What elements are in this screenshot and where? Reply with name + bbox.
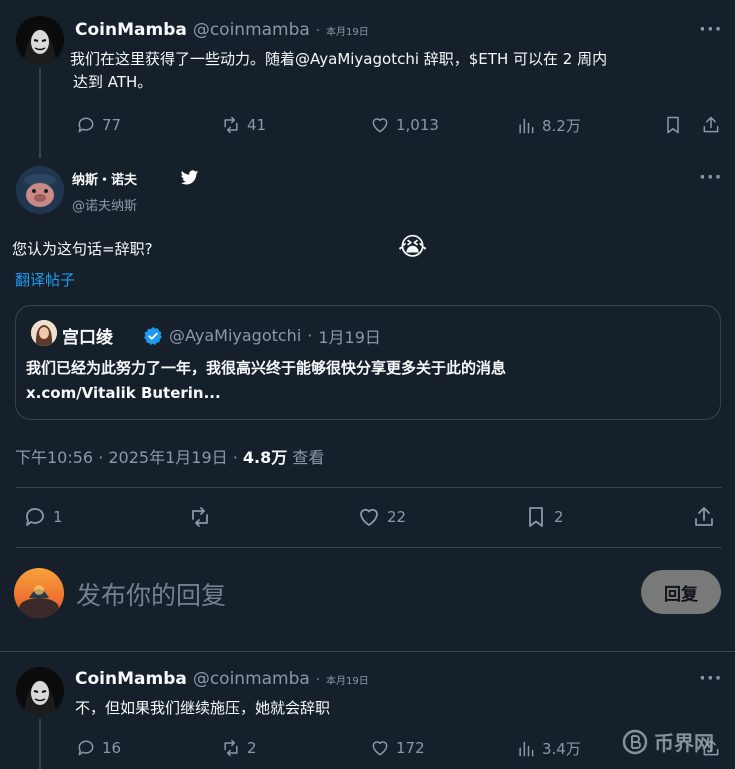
watermark-text: 币界网 [654,731,714,755]
views-count: 8.2万 [542,117,581,135]
reply-count: 16 [102,739,122,757]
sunset-avatar-icon [14,568,64,618]
retweet-icon [192,507,208,527]
more-options-icon[interactable]: ··· [699,19,723,40]
like-count: 22 [387,508,407,526]
reply-input[interactable]: 发布你的回复 [76,576,226,612]
quoted-tweet-card[interactable]: 宫口绫 @AyaMiyagotchi · 1月19日 我们已经为此努力了一年，我… [15,305,721,420]
share-icon [695,507,713,526]
anonymous-mask-icon [16,667,64,715]
bookmark-button[interactable]: 2 [524,505,564,529]
avatar-main-author[interactable] [16,166,64,214]
tweet-timestamp[interactable]: 下午10:56 · 2025年1月19日 · [15,448,243,467]
tweet-date[interactable]: 本月19日 [326,672,369,687]
tweet-text-line: 达到 ATH。 [73,73,153,91]
separator: · [315,24,320,39]
author-handle[interactable]: @coinmamba [193,20,310,40]
views-button[interactable]: 8.2万 [516,115,581,136]
more-options-icon[interactable]: ··· [699,167,723,188]
retweet-count: 2 [247,739,257,757]
like-button[interactable]: 172 [370,738,425,758]
thread-line [39,719,41,769]
views-label: 查看 [287,448,325,467]
bitcoin-coin-icon [622,729,648,754]
author-handle[interactable]: @coinmamba [193,669,310,689]
retweet-button[interactable] [188,505,212,529]
views-count: 4.8万 [242,448,288,467]
thread-line [39,68,41,158]
reply-icon [78,740,94,756]
tweet1-text: 我们在这里获得了一些动力。随着@AyaMiyagotchi 辞职，$ETH 可以… [70,48,607,94]
quoted-date[interactable]: 1月19日 [318,324,381,348]
separator: · [315,673,320,688]
tweet3-text: 不，但如果我们继续施压，她就会辞职 [75,699,331,717]
tweet3-header: CoinMamba @coinmamba · 本月19日 [75,669,369,689]
tweet-timestamp-row: 下午10:56 · 2025年1月19日 · 4.8万 查看 [15,444,324,468]
separator: · [307,326,313,345]
reply-icon [26,508,44,526]
main-tweet-text: 您认为这句话=辞职? [12,240,153,258]
reply-button[interactable]: 1 [23,505,63,529]
quoted-author-name[interactable]: 宫口绫 [62,323,113,348]
divider [16,487,722,488]
bookmark-icon [529,507,543,527]
reply-button[interactable]: 16 [76,738,121,758]
author-name[interactable]: CoinMamba [75,20,187,40]
bookmark-count: 2 [554,508,564,526]
watermark-logo: 币界网 [622,727,714,756]
translate-post-link[interactable]: 翻译帖子 [15,269,75,290]
reply-submit-button[interactable]: 回复 [641,570,721,614]
retweet-icon [224,116,238,134]
anonymous-mask-icon [16,16,64,64]
tweet1-header: CoinMamba @coinmamba · 本月19日 [75,20,369,40]
like-button[interactable]: 1,013 [370,115,439,135]
quoted-link[interactable]: x.com/Vitalik Buterin... [26,384,221,402]
reply-count: 77 [102,116,122,134]
bookmark-button[interactable] [663,115,683,135]
divider [16,547,722,548]
like-count: 172 [396,739,425,757]
heart-icon [372,118,388,133]
avatar-coinmamba[interactable] [16,667,64,715]
reply-icon [78,117,94,133]
avatar-coinmamba[interactable] [16,16,64,64]
tweet-text-line: 我们在这里获得了一些动力。随着@AyaMiyagotchi 辞职，$ETH 可以… [70,50,608,68]
views-chart-icon [519,118,534,133]
current-user-avatar[interactable] [14,568,64,618]
quoted-text: 我们已经为此努力了一年，我很高兴终于能够很快分享更多关于此的消息 [26,359,507,377]
views-button[interactable]: 3.4万 [516,738,581,759]
author-name[interactable]: 纳斯・诺夫 [72,169,137,188]
bookmark-icon [667,116,679,134]
woman-avatar-icon [31,320,57,346]
author-handle[interactable]: @诺夫纳斯 [72,195,137,214]
divider [0,651,735,652]
like-count: 1,013 [396,116,439,134]
share-button[interactable] [692,505,716,529]
retweet-button[interactable]: 2 [221,738,257,758]
like-button[interactable]: 22 [357,505,406,529]
pig-avatar-icon [16,166,64,214]
share-button[interactable] [701,115,721,135]
tweet-date[interactable]: 本月19日 [326,23,369,38]
share-icon [703,116,719,133]
quoted-author-avatar[interactable] [31,320,57,346]
heart-icon [360,508,378,526]
quoted-author-handle[interactable]: @AyaMiyagotchi [169,326,301,345]
views-count: 3.4万 [542,740,581,758]
author-name[interactable]: CoinMamba [75,669,187,689]
views-chart-icon [519,741,534,756]
heart-icon [372,741,388,756]
retweet-button[interactable]: 41 [221,115,266,135]
verified-badge-icon [143,326,163,346]
twitter-bird-icon [180,170,199,190]
retweet-icon [224,739,238,757]
crying-emoji: 😭 [398,232,428,261]
reply-button[interactable]: 77 [76,115,121,135]
retweet-count: 41 [247,116,267,134]
reply-count: 1 [53,508,63,526]
quoted-header: 宫口绫 @AyaMiyagotchi · 1月19日 [62,323,381,348]
more-options-icon[interactable]: ··· [699,668,723,689]
